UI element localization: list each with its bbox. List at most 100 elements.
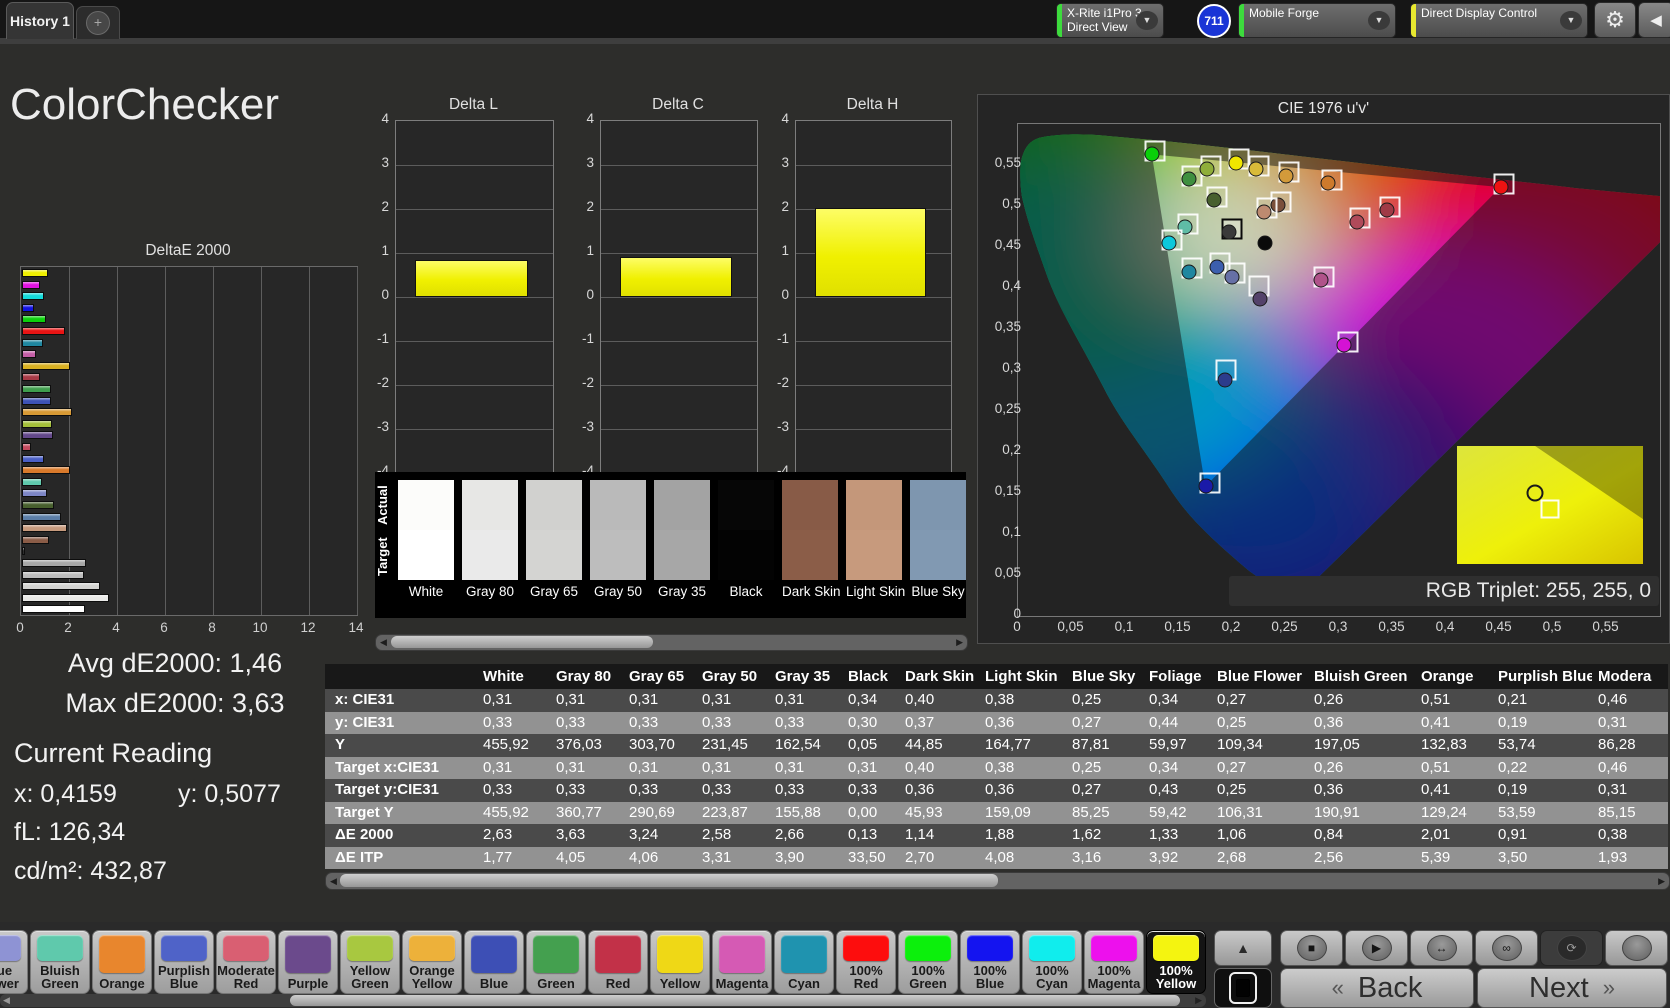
col-header-blue-flower: Blue Flower	[1217, 668, 1303, 685]
cell: 0,27	[1072, 781, 1102, 798]
cell: 0,31	[556, 691, 586, 708]
cie-point-yellow	[1248, 161, 1264, 177]
y-tick: 2	[586, 199, 594, 214]
table-row: ΔE ITP 1,77 4,05 4,06 3,31 3,90 33,50 2,70 4,08 3…	[325, 846, 1668, 869]
compare-patch-label: Light Skin	[846, 584, 906, 599]
patch-button-magenta[interactable]: Magenta	[712, 930, 772, 994]
meter-dropdown[interactable]: X-Rite i1Pro 3 Direct View ▼	[1056, 3, 1164, 38]
patch-label: 100% Cyan	[1035, 962, 1069, 992]
deltae-bar-blue-sky	[22, 512, 61, 521]
compare-patch-gray-50	[590, 480, 646, 580]
patch-button-orange[interactable]: Orange	[92, 930, 152, 994]
patch-swatch	[99, 935, 145, 973]
cell: 0,31	[848, 758, 878, 776]
patch-button-purplish-blue[interactable]: Purplish Blue	[154, 930, 214, 994]
cell: 231,45	[702, 736, 748, 753]
patch-swatch	[37, 935, 83, 961]
row-label: ΔE ITP	[335, 848, 384, 866]
deltae-bar-cyan	[22, 338, 43, 347]
patch-button-purple[interactable]: Purple	[278, 930, 338, 994]
deltae-bar-gray-80	[22, 593, 110, 602]
reading-cdm2: cd/m²: 432,87	[14, 857, 167, 885]
patch-button-100-cyan[interactable]: 100% Cyan	[1022, 930, 1082, 994]
cie-point-red	[1379, 202, 1395, 218]
patch-button-cyan[interactable]: Cyan	[774, 930, 834, 994]
blank-button[interactable]	[1605, 930, 1668, 966]
deltae-bar-100-cyan	[22, 292, 44, 301]
cell: 2,63	[483, 826, 513, 843]
bar-fill	[22, 547, 26, 556]
cie-point-100-green	[1144, 146, 1160, 162]
range-button[interactable]: ↔	[1410, 930, 1473, 966]
loop-button[interactable]: ∞	[1475, 930, 1538, 966]
patch-swatch	[1029, 935, 1075, 961]
gridline	[601, 429, 757, 430]
patch-button-red[interactable]: Red	[588, 930, 648, 994]
patch-button-yellow-green[interactable]: Yellow Green	[340, 930, 400, 994]
deltae-bar-gray-35	[22, 559, 86, 567]
gridline	[261, 267, 262, 615]
pattern-up-button[interactable]: ▲	[1214, 930, 1272, 966]
cie-x-tick: 0,1	[1114, 619, 1134, 634]
cie-point-green	[1181, 171, 1197, 187]
target-swatch	[654, 530, 710, 580]
patch-button-100-yellow[interactable]: 100% Yellow	[1146, 930, 1206, 994]
gridline	[309, 267, 310, 615]
tab-history-1[interactable]: History 1	[6, 2, 74, 39]
blank-icon	[1621, 935, 1652, 961]
target-swatch	[846, 530, 902, 580]
y-tick: 3	[381, 155, 389, 170]
cell: 0,31	[629, 758, 659, 776]
patch-label: Orange	[99, 976, 145, 992]
cell: 3,16	[1072, 848, 1102, 866]
cie-point-100-magenta	[1336, 337, 1352, 353]
patch-strip-scrollbar[interactable]: ◀ ▶	[375, 634, 968, 651]
refresh-button[interactable]: ⟳	[1540, 930, 1603, 966]
window-icon	[1229, 972, 1257, 1004]
table-row: Y 455,92 376,03 303,70 231,45 162,54 0,05 44,85…	[325, 734, 1668, 757]
collapse-panel-button[interactable]: ◀	[1638, 2, 1670, 38]
patch-button-bluish-green[interactable]: Bluish Green	[30, 930, 90, 994]
cell: 0,00	[848, 803, 878, 821]
cell: 0,31	[629, 691, 659, 708]
patch-button-100-blue[interactable]: 100% Blue	[960, 930, 1020, 994]
next-button[interactable]: Next »	[1477, 968, 1667, 1008]
gridline	[396, 297, 553, 298]
cell: 53,59	[1498, 803, 1536, 821]
settings-button[interactable]: ⚙	[1594, 2, 1636, 38]
pattern-window-button[interactable]	[1214, 968, 1272, 1008]
patch-button-green[interactable]: Green	[526, 930, 586, 994]
cie-point-yellow-green	[1199, 161, 1215, 177]
col-header-gray-35: Gray 35	[775, 668, 831, 685]
actual-row-label: Actual	[375, 485, 390, 525]
play-button[interactable]: ▶	[1345, 930, 1408, 966]
back-button[interactable]: « Back	[1280, 968, 1474, 1008]
add-tab-button[interactable]: +	[76, 6, 120, 39]
y-tick: -3	[776, 419, 789, 434]
patch-button-blue-flower[interactable]: BlueFlower	[0, 930, 28, 994]
bar-fill	[22, 605, 86, 614]
patch-button-100-green[interactable]: 100% Green	[898, 930, 958, 994]
table-scrollbar[interactable]: ◀ ▶	[325, 872, 1670, 890]
patch-button-100-magenta[interactable]: 100% Magenta	[1084, 930, 1144, 994]
target-swatch	[526, 530, 582, 580]
patch-button-orange-yellow[interactable]: Orange Yellow	[402, 930, 462, 994]
patch-button-100-red[interactable]: 100% Red	[836, 930, 896, 994]
cell: 0,38	[985, 691, 1015, 708]
source-dropdown[interactable]: Mobile Forge ▼	[1238, 3, 1396, 38]
patch-button-blue[interactable]: Blue	[464, 930, 524, 994]
meter-status-indicator	[1057, 4, 1062, 37]
patch-button-moderate-red[interactable]: Moderate Red	[216, 930, 276, 994]
stop-button[interactable]: ■	[1280, 930, 1343, 966]
col-header-bluish-green: Bluish Green	[1314, 668, 1408, 685]
patch-button-yellow[interactable]: Yellow	[650, 930, 710, 994]
cell: 0,33	[848, 781, 878, 798]
bar-fill	[22, 431, 54, 440]
cie-point-light-skin	[1256, 204, 1272, 220]
patch-row-scrollbar[interactable]: ◀ ▶	[0, 994, 1206, 1007]
inset-target-marker	[1540, 499, 1560, 519]
deltae-bar-green	[22, 385, 51, 393]
display-control-dropdown[interactable]: Direct Display Control ▼	[1410, 3, 1588, 38]
deltae-bar-blue-flower	[22, 489, 48, 498]
col-header-black: Black	[848, 668, 889, 685]
